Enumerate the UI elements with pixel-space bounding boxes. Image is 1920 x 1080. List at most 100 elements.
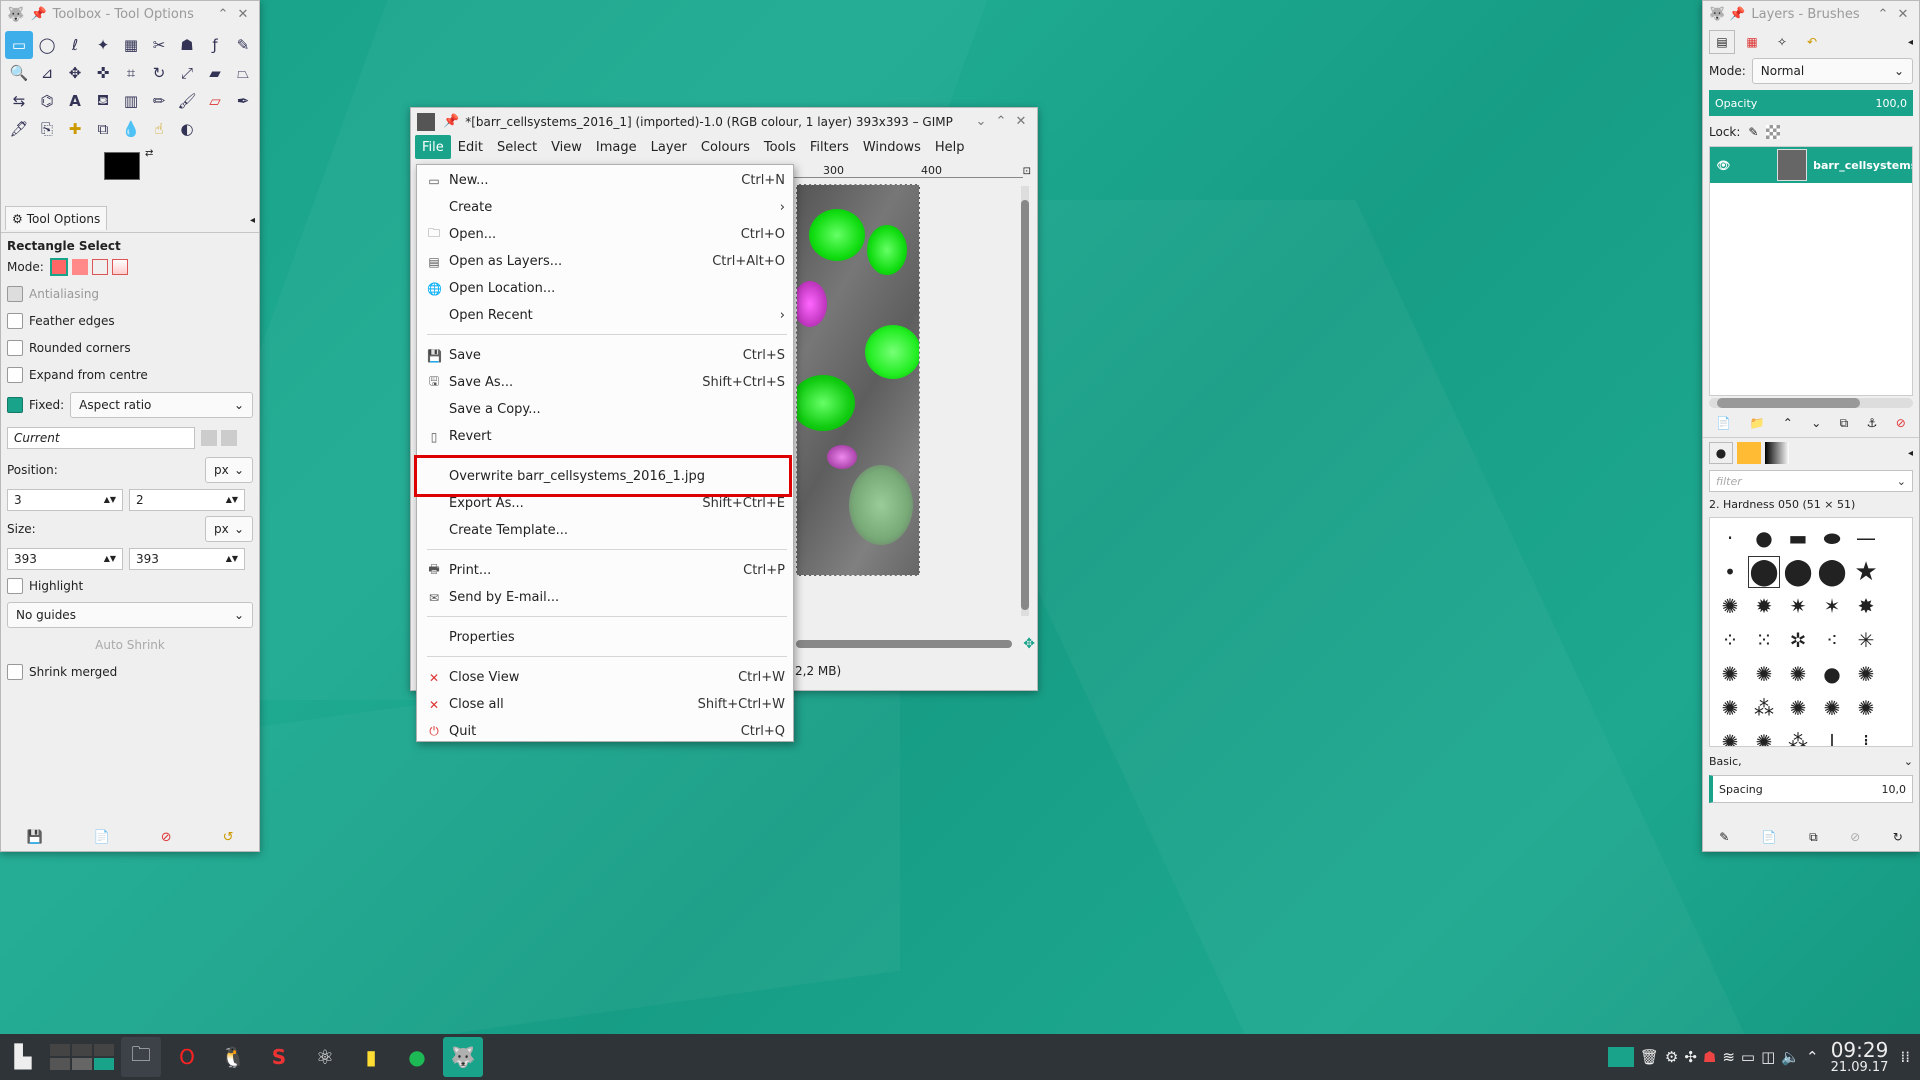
menu-item-open-location[interactable]: 🌐 Open Location... (417, 275, 793, 302)
brush-swatch-icon[interactable]: ✺ (1850, 658, 1882, 690)
anchor-layer-icon[interactable]: ⚓ (1867, 416, 1878, 431)
spin-icon[interactable]: ▲▼ (226, 495, 238, 504)
heal-tool-icon[interactable]: ✚ (61, 115, 89, 143)
brush-swatch-icon[interactable]: ❘ (1816, 726, 1848, 746)
brush-swatch-icon[interactable]: ✺ (1714, 726, 1746, 746)
close-button[interactable]: ✕ (1011, 112, 1031, 132)
free-select-tool-icon[interactable]: ℓ (61, 31, 89, 59)
reset-options-icon[interactable]: ↺ (223, 830, 234, 845)
menu-item-properties[interactable]: Properties (417, 624, 793, 651)
aspect-current-field[interactable]: Current (7, 427, 195, 449)
brush-swatch-icon[interactable]: ⁂ (1782, 726, 1814, 746)
patterns-tab-icon[interactable] (1737, 442, 1761, 464)
menu-item-print[interactable]: 🖶 Print... Ctrl+P (417, 557, 793, 584)
screen-icon[interactable] (1607, 1047, 1634, 1067)
menu-item-open-recent[interactable]: Open Recent › (417, 302, 793, 329)
spin-icon[interactable]: ▲▼ (104, 554, 116, 563)
paths-tool-icon[interactable]: ƒ (201, 31, 229, 59)
brush-swatch-icon[interactable]: ✺ (1782, 692, 1814, 724)
gimp-taskbar-icon[interactable]: 🐺 (443, 1037, 483, 1077)
close-button[interactable]: ✕ (233, 5, 253, 25)
chevron-down-icon[interactable]: ⌄ (971, 112, 991, 132)
duplicate-brush-icon[interactable]: ⧉ (1809, 830, 1818, 845)
navigate-icon[interactable]: ⊡ (1023, 166, 1031, 177)
settings-icon[interactable]: ⚙ (1665, 1048, 1678, 1066)
menu-item-save[interactable]: 💾 Save Ctrl+S (417, 342, 793, 369)
brush-swatch-icon[interactable]: ⁖ (1816, 624, 1848, 656)
menu-select[interactable]: Select (490, 135, 544, 159)
clone-tool-icon[interactable]: ⎘ (33, 115, 61, 143)
brush-swatch-icon[interactable]: ✺ (1748, 658, 1780, 690)
lock-alpha-icon[interactable] (1766, 125, 1781, 139)
ghost-icon[interactable]: ☗ (1703, 1048, 1716, 1066)
layers-tab-icon[interactable]: ▤ (1709, 30, 1735, 54)
minimize-button[interactable]: ⌃ (213, 5, 233, 25)
layer-row[interactable]: 👁 barr_cellsystems (1710, 147, 1912, 183)
shear-tool-icon[interactable]: ▰ (201, 59, 229, 87)
color-select-tool-icon[interactable]: ▦ (117, 31, 145, 59)
brush-swatch-icon[interactable]: ⁂ (1748, 692, 1780, 724)
menu-file[interactable]: File (415, 135, 451, 159)
color-picker-tool-icon[interactable]: ✎ (229, 31, 257, 59)
brushes-tab-icon[interactable]: ● (1709, 442, 1733, 464)
image-titlebar[interactable]: 📌 *[barr_cellsystems_2016_1] (imported)-… (411, 108, 1037, 135)
pin-icon[interactable]: 📌 (443, 114, 459, 129)
new-layer-icon[interactable]: 📄 (1716, 416, 1731, 431)
telegram-icon[interactable]: 🐧 (213, 1037, 253, 1077)
fixed-checkbox[interactable] (7, 397, 23, 413)
menu-item-save-as[interactable]: 🖫 Save As... Shift+Ctrl+S (417, 369, 793, 396)
zoom-tool-icon[interactable]: 🔍 (5, 59, 33, 87)
brush-filter-input[interactable]: filter ⌄ (1709, 470, 1913, 492)
landscape-icon[interactable] (221, 430, 237, 446)
vertical-scrollbar[interactable] (1021, 186, 1029, 616)
brush-swatch-icon[interactable]: ⬤ (1816, 556, 1848, 588)
blur-tool-icon[interactable]: 💧 (117, 115, 145, 143)
layer-mode-select[interactable]: Normal ⌄ (1751, 58, 1913, 84)
brush-swatch-icon[interactable]: ★ (1850, 556, 1882, 588)
dodge-burn-tool-icon[interactable]: ◐ (173, 115, 201, 143)
wifi-icon[interactable]: ≋ (1722, 1048, 1735, 1066)
brush-swatch-icon[interactable]: ✳ (1850, 624, 1882, 656)
spacing-slider[interactable]: Spacing 10,0 (1709, 775, 1913, 803)
move-tool-icon[interactable]: ✥ (61, 59, 89, 87)
spin-icon[interactable]: ▲▼ (226, 554, 238, 563)
volume-icon[interactable]: 🔈 (1781, 1048, 1800, 1066)
file-manager-icon[interactable]: 🗀 (121, 1037, 161, 1077)
panel-menu-icon[interactable]: ◂ (1908, 37, 1913, 48)
brush-swatch-icon[interactable]: ✹ (1748, 590, 1780, 622)
spotify-icon[interactable]: ● (397, 1037, 437, 1077)
menu-item-new[interactable]: ▭ New... Ctrl+N (417, 167, 793, 194)
new-brush-icon[interactable]: 📄 (1762, 830, 1777, 845)
brush-swatch-icon[interactable]: ⬤ (1782, 556, 1814, 588)
foreground-color[interactable] (104, 152, 140, 180)
close-button[interactable]: ✕ (1893, 5, 1913, 25)
panel-menu-icon[interactable]: ◂ (250, 215, 255, 226)
channels-tab-icon[interactable]: ▦ (1739, 30, 1765, 54)
guides-select[interactable]: No guides ⌄ (7, 602, 253, 628)
position-x-input[interactable]: 3 ▲▼ (7, 488, 123, 511)
undo-tab-icon[interactable]: ↶ (1799, 30, 1825, 54)
brush-swatch-icon[interactable]: • (1714, 556, 1746, 588)
size-unit-select[interactable]: px ⌄ (205, 516, 253, 542)
shrink-merged-checkbox[interactable] (7, 663, 23, 680)
opacity-slider[interactable]: Opacity 100,0 (1709, 90, 1913, 116)
brush-swatch-icon[interactable]: ✺ (1850, 692, 1882, 724)
mode-add-icon[interactable] (71, 258, 88, 275)
brush-swatch-icon[interactable]: ✷ (1782, 590, 1814, 622)
menu-help[interactable]: Help (928, 135, 972, 159)
chevron-up-icon[interactable]: ⌃ (1806, 1048, 1819, 1066)
flip-tool-icon[interactable]: ⇆ (5, 87, 33, 115)
portrait-icon[interactable] (201, 430, 217, 446)
rotate-tool-icon[interactable]: ↻ (145, 59, 173, 87)
menu-item-open-as-layers[interactable]: ▤ Open as Layers... Ctrl+Alt+O (417, 248, 793, 275)
blend-tool-icon[interactable]: ▥ (117, 87, 145, 115)
brush-swatch-icon[interactable]: ⬬ (1816, 522, 1848, 554)
foreground-select-tool-icon[interactable]: ☗ (173, 31, 201, 59)
refresh-brushes-icon[interactable]: ↻ (1893, 830, 1903, 845)
menu-item-close-view[interactable]: ✕ Close View Ctrl+W (417, 664, 793, 691)
menu-layer[interactable]: Layer (644, 135, 694, 159)
maximize-button[interactable]: ⌃ (991, 112, 1011, 132)
brush-swatch-icon[interactable]: ⁙ (1748, 624, 1780, 656)
pin-icon[interactable]: 📌 (30, 7, 46, 22)
swap-colors-icon[interactable]: ⇄ (145, 148, 153, 159)
